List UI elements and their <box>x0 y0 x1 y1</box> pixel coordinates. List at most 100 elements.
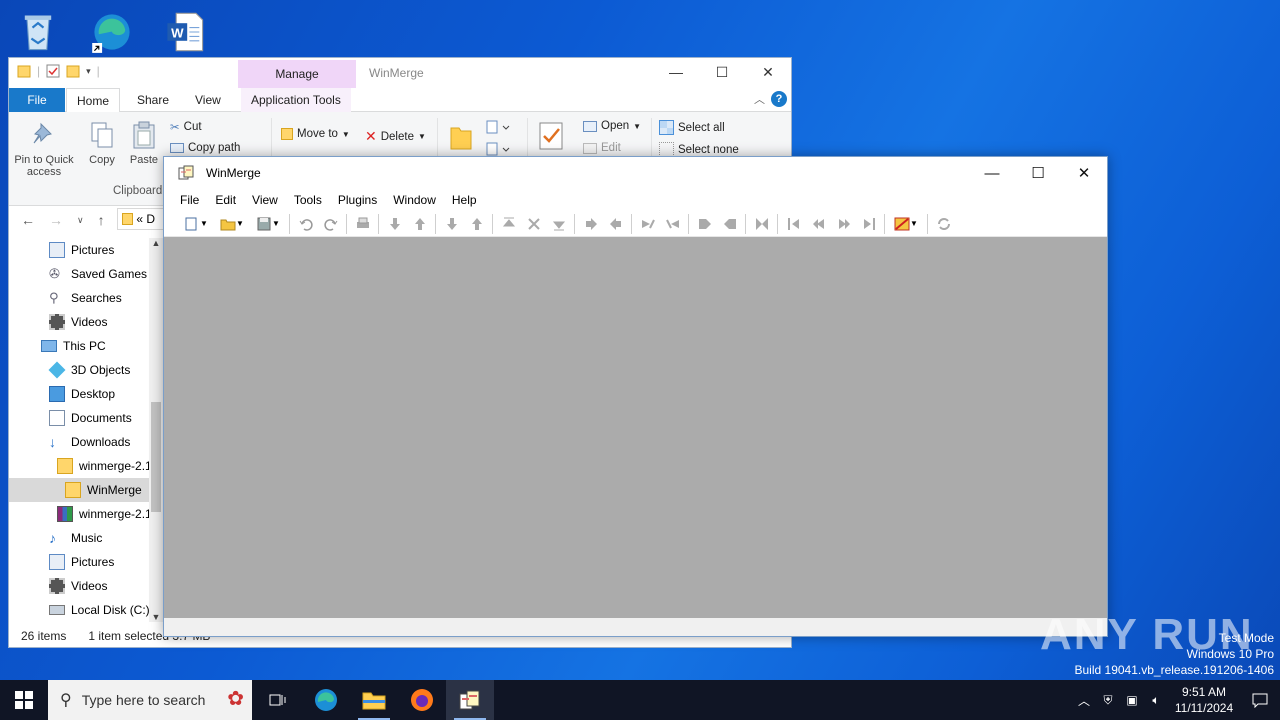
network-icon[interactable]: ▣ <box>1120 693 1144 707</box>
open-button[interactable]: Open ▼ <box>583 120 641 132</box>
nav-item-music[interactable]: ♪ Music <box>9 526 159 550</box>
properties-icon[interactable] <box>46 64 60 78</box>
nav-item-searches[interactable]: ⚲ Searches <box>9 286 159 310</box>
minimize-button[interactable]: — <box>653 58 699 86</box>
select-all-button[interactable]: Select all <box>659 120 725 135</box>
nav-item-3d-objects[interactable]: 3D Objects <box>9 358 159 382</box>
taskbar-edge[interactable] <box>302 680 350 720</box>
print-button[interactable] <box>350 213 375 235</box>
new-item-button[interactable] <box>485 118 511 141</box>
minimize-button[interactable]: — <box>969 157 1015 189</box>
clock[interactable]: 9:51 AM 11/11/2024 <box>1168 684 1240 716</box>
taskbar-search-box[interactable]: ⚲ Type here to search ✿ <box>48 680 252 720</box>
select-none-button[interactable]: Select none <box>659 142 739 157</box>
recycle-bin-icon[interactable] <box>10 6 66 58</box>
copy-left-button[interactable] <box>603 213 628 235</box>
nav-item-downloads[interactable]: ↓ Downloads <box>9 430 159 454</box>
new-folder-button[interactable] <box>449 122 473 155</box>
properties-button[interactable] <box>537 120 565 155</box>
manage-contextual-tab[interactable]: Manage <box>238 60 356 88</box>
next-diff-button[interactable] <box>382 213 407 235</box>
copy-all-left-button[interactable] <box>717 213 742 235</box>
scroll-up-icon[interactable]: ▲ <box>149 238 163 248</box>
move-to-button[interactable]: Move to ▼ <box>281 128 350 140</box>
new-folder-icon[interactable] <box>66 64 80 78</box>
task-view-button[interactable] <box>254 680 302 720</box>
back-arrow-icon[interactable]: ← <box>21 212 35 228</box>
prev-file-button[interactable] <box>806 213 831 235</box>
nav-item-this-pc[interactable]: This PC <box>9 334 159 358</box>
first-diff-button[interactable] <box>496 213 521 235</box>
nav-item-saved-games[interactable]: ✇ Saved Games <box>9 262 159 286</box>
chevron-down-icon[interactable]: ▾ <box>86 66 91 77</box>
dropdown-arrow-icon[interactable]: ∨ <box>77 215 84 226</box>
help-icon[interactable]: ? <box>771 91 787 107</box>
copy-left-advance-button[interactable] <box>660 213 685 235</box>
tab-view[interactable]: View <box>185 88 231 112</box>
prev-conflict-button[interactable] <box>464 213 489 235</box>
menu-edit[interactable]: Edit <box>209 189 242 211</box>
undo-button[interactable] <box>293 213 318 235</box>
nav-item-winmerge-archive-folder[interactable]: winmerge-2.1 <box>9 454 159 478</box>
pin-quick-access-button[interactable]: Pin to Quick access <box>13 120 75 178</box>
color-scheme-button[interactable]: ▼ <box>888 213 924 235</box>
next-conflict-button[interactable] <box>439 213 464 235</box>
menu-tools[interactable]: Tools <box>288 189 328 211</box>
copy-right-button[interactable] <box>578 213 603 235</box>
nav-item-local-disk[interactable]: Local Disk (C:) <box>9 598 159 622</box>
taskbar-winmerge[interactable] <box>446 680 494 720</box>
notification-center-button[interactable] <box>1240 692 1280 708</box>
menu-file[interactable]: File <box>174 189 205 211</box>
refresh-button[interactable] <box>931 213 956 235</box>
taskbar-file-explorer[interactable] <box>350 680 398 720</box>
nav-item-desktop[interactable]: Desktop <box>9 382 159 406</box>
save-button[interactable]: ▼ <box>250 213 286 235</box>
up-arrow-icon[interactable]: ↑ <box>98 212 105 228</box>
compare-button[interactable] <box>749 213 774 235</box>
prev-diff-button[interactable] <box>407 213 432 235</box>
taskbar-firefox[interactable] <box>398 680 446 720</box>
nav-item-pictures-2[interactable]: Pictures <box>9 550 159 574</box>
cut-button[interactable]: ✂ Cut <box>170 120 202 134</box>
current-diff-button[interactable] <box>521 213 546 235</box>
maximize-button[interactable]: ☐ <box>1015 157 1061 189</box>
open-button[interactable]: ▼ <box>214 213 250 235</box>
copy-path-button[interactable]: Copy path <box>170 142 240 154</box>
word-document-icon[interactable]: W <box>157 6 213 58</box>
forward-arrow-icon[interactable]: → <box>49 212 63 228</box>
copy-all-right-button[interactable] <box>692 213 717 235</box>
navigation-scrollbar[interactable]: ▲ ▼ <box>149 238 163 622</box>
start-button[interactable] <box>0 680 48 720</box>
menu-view[interactable]: View <box>246 189 284 211</box>
nav-item-documents[interactable]: Documents <box>9 406 159 430</box>
close-button[interactable]: ✕ <box>1061 157 1107 189</box>
maximize-button[interactable]: ☐ <box>699 58 745 86</box>
tab-application-tools[interactable]: Application Tools <box>241 88 351 112</box>
security-icon[interactable]: ⛨ <box>1096 693 1120 708</box>
redo-button[interactable] <box>318 213 343 235</box>
tab-share[interactable]: Share <box>127 88 179 112</box>
volume-icon[interactable]: 🔈︎ <box>1144 693 1168 708</box>
menu-help[interactable]: Help <box>446 189 483 211</box>
nav-item-winmerge-archive[interactable]: winmerge-2.1 <box>9 502 159 526</box>
last-file-button[interactable] <box>856 213 881 235</box>
collapse-ribbon-icon[interactable]: ︿ <box>754 91 765 107</box>
tab-home[interactable]: Home <box>66 88 121 113</box>
tab-file[interactable]: File <box>9 88 65 112</box>
winmerge-mdi-client-area[interactable] <box>164 237 1107 618</box>
address-bar[interactable]: « D <box>117 208 169 230</box>
first-file-button[interactable] <box>781 213 806 235</box>
nav-item-pictures[interactable]: Pictures <box>9 238 159 262</box>
menu-plugins[interactable]: Plugins <box>332 189 383 211</box>
copy-right-advance-button[interactable] <box>635 213 660 235</box>
scrollbar-thumb[interactable] <box>151 402 161 512</box>
edge-shortcut-icon[interactable] <box>84 6 140 58</box>
nav-item-videos[interactable]: Videos <box>9 310 159 334</box>
nav-item-videos-2[interactable]: Videos <box>9 574 159 598</box>
delete-button[interactable]: ✕ Delete ▼ <box>365 128 426 145</box>
close-button[interactable]: ✕ <box>745 58 791 86</box>
last-diff-button[interactable] <box>546 213 571 235</box>
new-button[interactable]: ▼ <box>178 213 214 235</box>
edit-button[interactable]: Edit <box>583 142 621 154</box>
show-hidden-icons-icon[interactable]: ︿ <box>1072 692 1096 709</box>
